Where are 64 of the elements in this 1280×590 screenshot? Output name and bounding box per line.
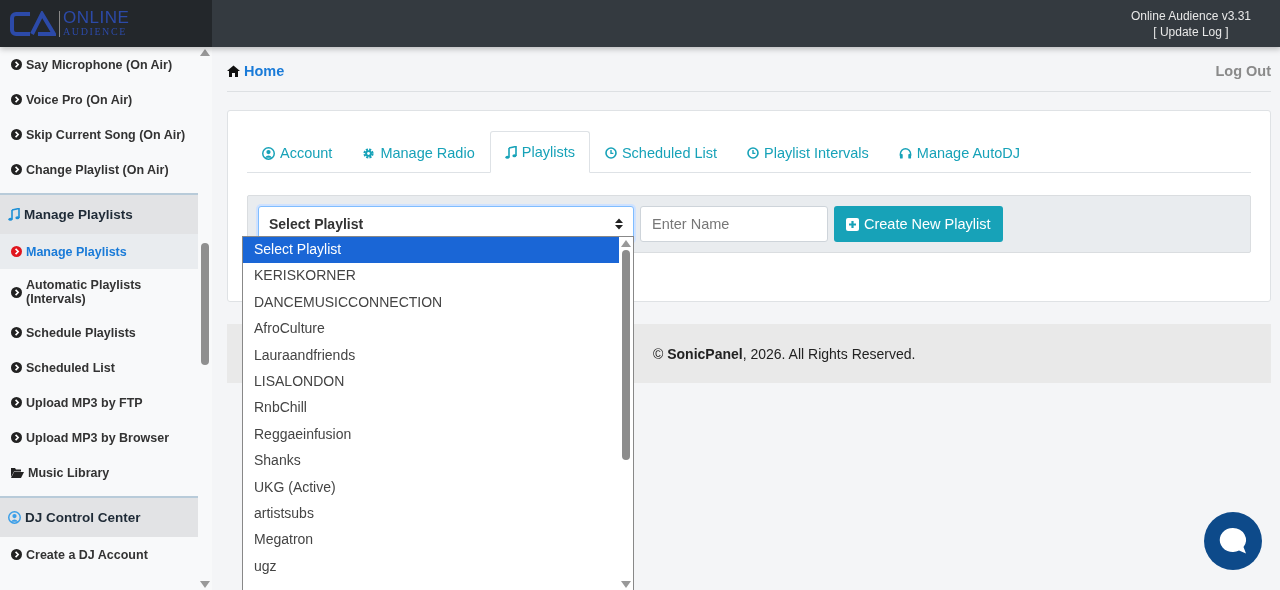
dropdown-option[interactable]: AfroCulture [243,316,619,343]
chat-icon[interactable] [1204,512,1262,570]
dropdown-option[interactable]: Reggaeinfusion [243,421,619,449]
logo-icon [10,10,56,37]
sidebar-item[interactable]: Schedule Playlists [0,315,198,350]
chevron-circle-icon [11,397,22,408]
chevron-circle-icon [11,327,22,338]
sidebar-item[interactable]: Scheduled List [0,350,198,385]
home-link[interactable]: Home [227,63,285,79]
sidebar-section-header[interactable]: DJ Control Center [0,496,198,537]
name-input-field[interactable]: Enter Name [640,206,828,242]
sidebar-item[interactable]: Change Playlist (On Air) [0,152,198,187]
user-circle-icon [262,146,275,160]
dropdown-option[interactable]: Lauraandfriends [243,342,619,369]
update-log-link[interactable]: [ Update Log ] [1130,23,1251,40]
chevron-circle-icon [11,549,22,560]
folder-icon [11,467,24,478]
sidebar-section-header[interactable]: Manage Playlists [0,193,198,234]
chevron-circle-icon [11,59,22,70]
dropdown-option[interactable]: Select Playlist [243,237,619,264]
dropdown-option[interactable]: Megatron [243,527,619,554]
logo-subtitle: AUDIENCE [63,26,128,37]
scrollbar-thumb[interactable] [201,242,209,365]
dropdown-option[interactable]: LISALONDON [243,368,619,396]
sidebar-item[interactable]: Upload MP3 by Browser [0,420,198,455]
sidebar-item[interactable]: Skip Current Song (On Air) [0,117,198,152]
dropdown-option[interactable]: ugz [243,553,619,581]
music-note-icon [8,208,20,221]
dropdown-option[interactable]: Shanks [243,448,619,475]
clock-icon [604,147,617,159]
chevron-circle-icon [11,129,22,140]
chevron-circle-icon [11,286,22,298]
chevron-circle-icon [11,164,22,175]
chevron-circle-icon [11,94,22,105]
dropdown-option[interactable]: KERISKORNER [243,263,619,290]
chevron-circle-icon [11,362,22,373]
scrollbar-thumb[interactable] [622,250,630,460]
copyright-text: © SonicPanel, 2026. All Rights Reserved. [653,345,916,362]
dropdown-option[interactable]: RnbChill [243,395,619,422]
headphones-icon [898,147,912,159]
chevron-circle-icon [11,246,22,257]
scroll-down-icon[interactable] [200,581,210,588]
dropdown-option[interactable]: DANCEMUSICCONNECTION [243,289,619,317]
clock-icon [747,147,760,159]
sidebar-item[interactable]: Music Library [0,455,198,490]
home-icon [227,65,240,77]
sidebar-item[interactable]: Upload MP3 by FTP [0,385,198,420]
chevron-circle-icon [11,432,22,443]
dropdown-option[interactable]: artistsubs [243,500,619,528]
sidebar-item[interactable]: Create a DJ Account [0,537,198,572]
sidebar-item[interactable]: Voice Pro (On Air) [0,82,198,117]
sidebar-item[interactable]: Automatic Playlists (Intervals) [0,269,198,315]
gear-icon [362,146,376,160]
dropdown-option[interactable]: UKG (Active) [243,474,619,501]
sidebar-item[interactable]: Say Microphone (On Air) [0,47,198,82]
music-note-icon [504,145,517,159]
scroll-up-icon[interactable] [200,49,210,56]
sort-caret-icon [615,218,623,230]
app-version: Online Audience v3.31 [1130,7,1251,24]
plus-square-icon [846,217,859,231]
sidebar-item[interactable]: Manage Playlists [0,234,198,269]
user-circle-icon [8,511,21,524]
scroll-down-icon[interactable] [621,581,631,588]
logo-text: ONLINE [63,10,130,26]
